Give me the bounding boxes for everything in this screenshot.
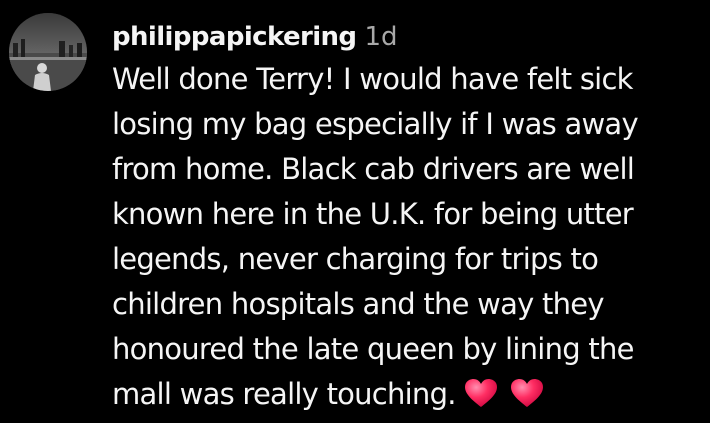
comment-text-line: honoured the late queen by lining the <box>112 332 634 366</box>
comment: philippapickering 1d Well done Terry! I w… <box>0 0 710 423</box>
comment-text-line: known here in the U.K. for being utter <box>112 197 634 231</box>
timestamp[interactable]: 1d <box>364 22 397 52</box>
comment-text-line: Well done Terry! I would have felt sick <box>112 62 633 96</box>
avatar-photo <box>9 13 87 91</box>
heart-icon <box>510 379 543 407</box>
comment-text-line: mall was really touching. <box>112 377 456 411</box>
avatar[interactable] <box>9 13 87 91</box>
comment-text-line: children hospitals and the way they <box>112 287 605 321</box>
comment-text-last-line: mall was really touching. <box>112 372 702 417</box>
comment-text-line: from home. Black cab drivers are well <box>112 152 635 186</box>
comment-text-line: legends, never charging for trips to <box>112 242 599 276</box>
comment-text-line: losing my bag especially if I was away <box>112 107 639 141</box>
comment-header: philippapickering 1d <box>112 19 398 58</box>
heart-icon <box>464 379 497 407</box>
username[interactable]: philippapickering <box>112 22 357 52</box>
comment-text: Well done Terry! I would have felt sick … <box>112 57 702 417</box>
